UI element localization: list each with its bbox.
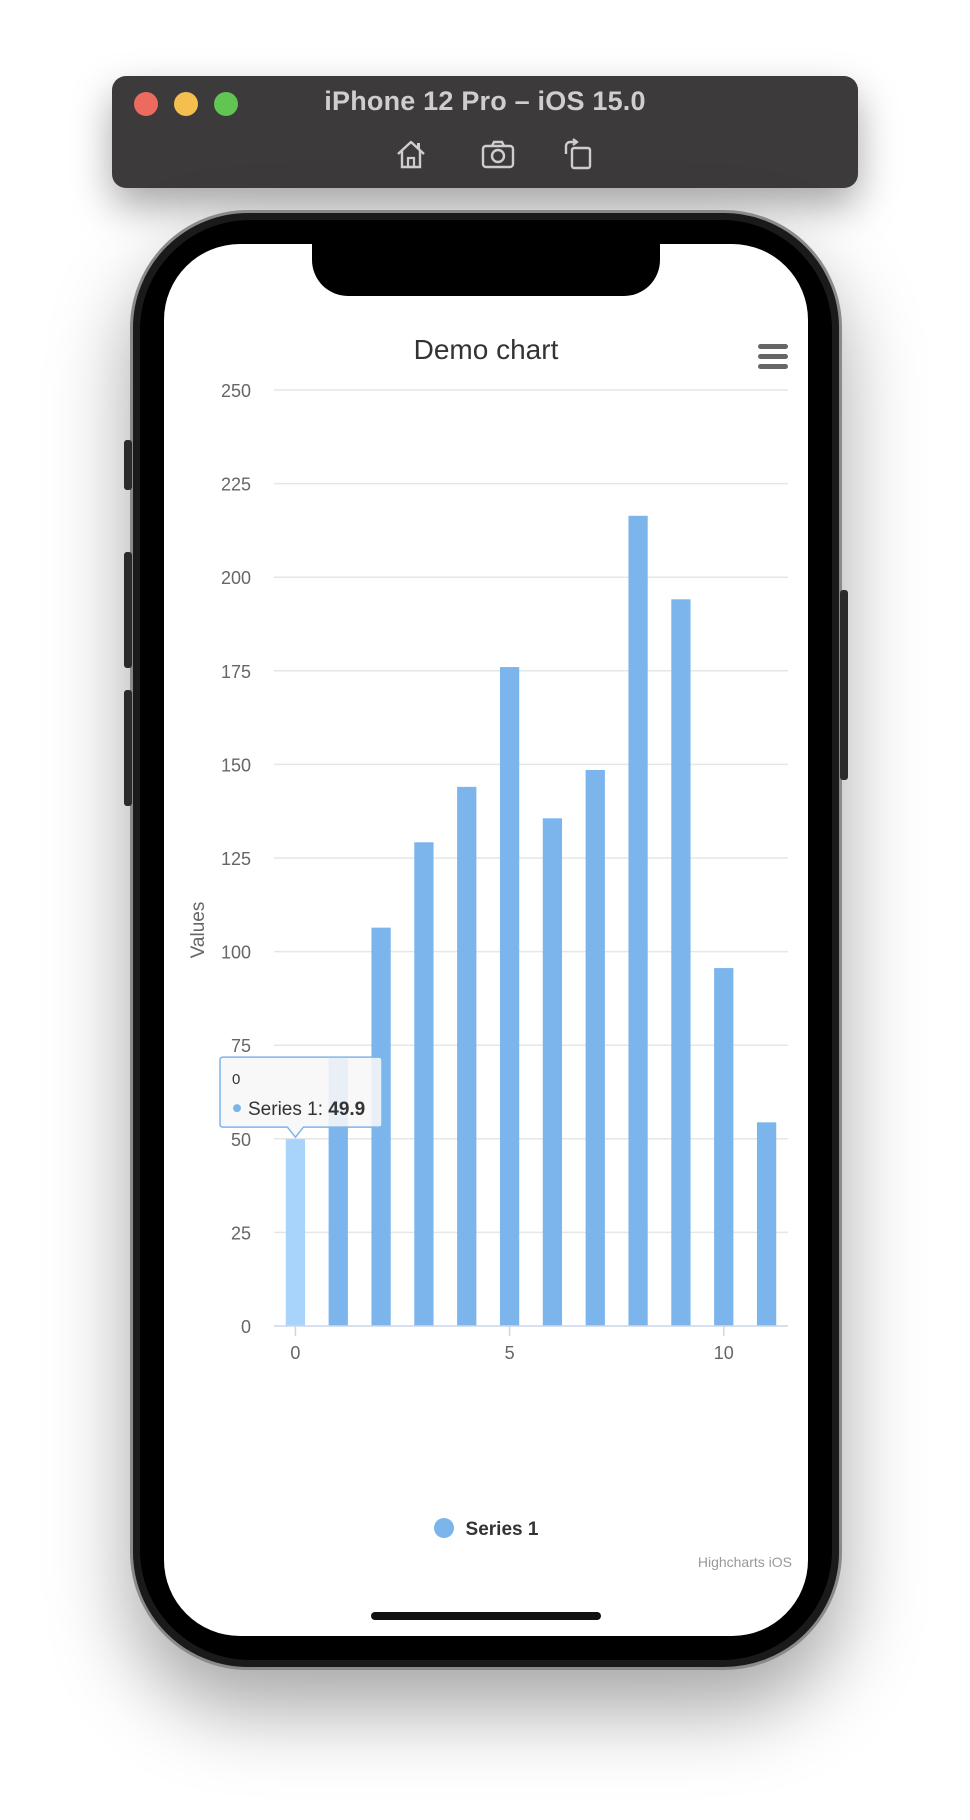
bar[interactable] [457,786,477,1326]
y-tick-label: 200 [221,568,251,588]
y-tick-label: 25 [231,1223,251,1243]
y-tick-label: 125 [221,849,251,869]
bar[interactable] [628,515,648,1326]
bar[interactable] [285,1139,306,1326]
bar[interactable] [499,667,520,1326]
home-icon[interactable] [393,136,429,172]
chart-plot: 0 5 10 0 25 50 75 100 125 150 175 200 225 250 Values… [188,381,788,1363]
bar[interactable] [714,968,734,1326]
legend-symbol [433,1517,454,1538]
x-tick-label: 10 [714,1343,734,1363]
y-tick-label: 50 [231,1130,251,1150]
power-button [840,590,848,780]
y-tick-label: 225 [221,475,251,495]
x-tick-label: 5 [505,1343,515,1363]
tooltip-series-label: Series 1: [248,1099,328,1120]
stage: iPhone 12 Pro – iOS 15.0 Demo chart 0 5 … [0,0,970,1820]
mute-switch [124,440,132,490]
y-tick-label: 75 [231,1036,251,1056]
y-tick-label: 175 [221,662,251,682]
tooltip: 0 Series 1: 49.9 [219,1056,383,1139]
x-tick-label: 0 [290,1343,300,1363]
rotate-icon[interactable] [560,136,596,172]
tooltip-header: 0 [232,1071,240,1088]
home-indicator[interactable] [371,1612,601,1620]
y-tick-label: 250 [221,381,251,401]
legend-label: Series 1 [465,1519,539,1540]
y-tick-label: 150 [221,755,251,775]
tooltip-value-line: Series 1: 49.9 [248,1099,365,1120]
y-tick-label: 100 [221,943,251,963]
tooltip-series-dot [233,1104,241,1113]
y-axis-title: Values [188,902,209,959]
volume-up-button [124,552,132,668]
volume-down-button [124,690,132,806]
tooltip-value: 49.9 [328,1099,365,1120]
screenshot-icon[interactable] [480,136,516,172]
y-tick-label: 0 [241,1317,251,1337]
bar[interactable] [671,599,691,1326]
bar[interactable] [542,818,563,1326]
bar[interactable] [585,770,605,1326]
window-title: iPhone 12 Pro – iOS 15.0 [324,86,646,116]
phone-screen: Demo chart 0 5 10 0 25 50 75 100 125 150 175 200 22… [164,244,808,1636]
bar[interactable] [414,842,434,1326]
credits-link[interactable]: Highcharts iOS [698,1554,792,1570]
legend-item-series-1[interactable]: Series 1 [164,1517,808,1541]
bar[interactable] [756,1122,777,1326]
